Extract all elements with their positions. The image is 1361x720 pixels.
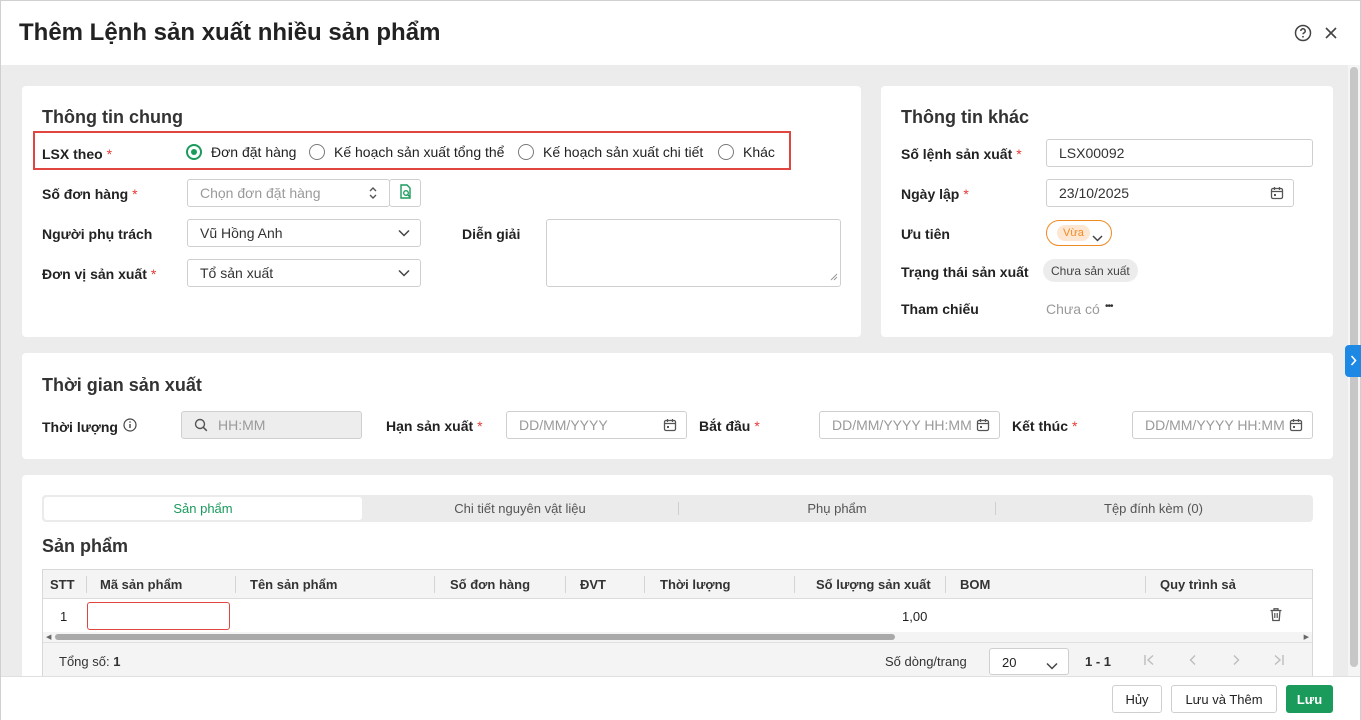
help-icon[interactable] (1293, 23, 1313, 43)
col-unit: ĐVT (580, 577, 606, 592)
col-bom: BOM (960, 577, 991, 592)
desc-label: Diễn giải (462, 226, 521, 242)
other-info-title: Thông tin khác (901, 107, 1029, 127)
tab-attachments[interactable]: Tệp đính kèm (0) (996, 497, 1311, 520)
chevron-down-icon (1092, 229, 1103, 245)
col-process: Quy trình sả (1160, 577, 1236, 592)
info-icon[interactable] (123, 418, 137, 435)
tab-byproducts[interactable]: Phụ phẩm (679, 497, 995, 520)
order-label: Số đơn hàng * (42, 186, 138, 202)
date-label: Ngày lập * (901, 186, 969, 202)
ref-label: Tham chiếu (901, 301, 979, 317)
radio-sales-order[interactable]: Đơn đặt hàng (186, 144, 296, 160)
ref-value: Chưa có (1046, 301, 1100, 317)
general-info-title: Thông tin chung (42, 107, 183, 127)
col-duration: Thời lượng (660, 577, 731, 592)
unit-label: Đơn vị sản xuất * (42, 266, 157, 282)
chevron-down-icon (396, 225, 412, 241)
end-input[interactable]: DD/MM/YYYY HH:MM (1132, 411, 1313, 439)
col-product-name: Tên sản phẩm (250, 577, 338, 592)
col-product-code: Mã sản phẩm (100, 577, 183, 592)
grid-header: STT Mã sản phẩm Tên sản phẩm Số đơn hàng… (43, 570, 1312, 599)
last-page-icon[interactable] (1273, 653, 1285, 669)
page-range: 1 - 1 (1085, 654, 1112, 669)
status-badge: Chưa sản xuất (1043, 259, 1138, 282)
status-label: Trạng thái sản xuất (901, 264, 1029, 280)
order-no-input[interactable]: LSX00092 (1046, 139, 1313, 167)
chevron-down-icon (396, 265, 412, 281)
dialog: Thêm Lệnh sản xuất nhiều sản phẩm Thông … (0, 0, 1361, 720)
close-icon[interactable] (1321, 23, 1341, 43)
total-label: Tổng số: 1 (59, 654, 121, 669)
order-no-label: Số lệnh sản xuất * (901, 146, 1022, 162)
row-stt: 1 (60, 609, 68, 624)
time-title: Thời gian sản xuất (42, 375, 202, 395)
grid-pager: Tổng số: 1 Số dòng/trang 20 1 - 1 (43, 642, 1312, 676)
first-page-icon[interactable] (1143, 653, 1155, 669)
save-and-add-button[interactable]: Lưu và Thêm (1171, 685, 1277, 713)
horizontal-scrollbar[interactable]: ◀ ▶ (43, 632, 1312, 642)
duration-input: HH:MM (181, 411, 362, 439)
calendar-icon[interactable] (1288, 417, 1304, 433)
dialog-header: Thêm Lệnh sản xuất nhiều sản phẩm (1, 1, 1360, 65)
trash-icon[interactable] (1269, 607, 1283, 625)
owner-label: Người phụ trách (42, 226, 153, 242)
priority-label: Ưu tiên (901, 226, 950, 242)
chevron-right-icon (1350, 353, 1357, 369)
side-panel-toggle[interactable] (1345, 345, 1361, 377)
page-size-label: Số dòng/trang (885, 654, 967, 669)
products-grid: STT Mã sản phẩm Tên sản phẩm Số đơn hàng… (42, 569, 1313, 676)
updown-icon (365, 185, 381, 201)
prev-page-icon[interactable] (1187, 653, 1199, 669)
order-select[interactable]: Chọn đơn đặt hàng (187, 179, 390, 207)
end-label: Kết thúc * (1012, 418, 1078, 434)
deadline-label: Hạn sản xuất * (386, 418, 483, 434)
save-button[interactable]: Lưu (1286, 685, 1333, 713)
date-input[interactable]: 23/10/2025 (1046, 179, 1294, 207)
chevron-down-icon (1046, 658, 1058, 673)
product-code-input[interactable] (87, 602, 230, 630)
radio-other[interactable]: Khác (718, 144, 775, 160)
table-row[interactable]: 1 1,00 (43, 600, 1312, 632)
document-search-icon (398, 183, 413, 203)
priority-select[interactable]: Vừa (1046, 220, 1112, 246)
next-page-icon[interactable] (1230, 653, 1242, 669)
desc-textarea[interactable] (546, 219, 841, 287)
owner-select[interactable]: Vũ Hồng Anh (187, 219, 421, 247)
calendar-icon[interactable] (1269, 185, 1285, 201)
calendar-icon[interactable] (975, 417, 991, 433)
col-quantity: Số lượng sản xuất (816, 577, 931, 592)
unit-select[interactable]: Tổ sản xuất (187, 259, 421, 287)
dialog-title: Thêm Lệnh sản xuất nhiều sản phẩm (19, 19, 441, 46)
cancel-button[interactable]: Hủy (1112, 685, 1162, 713)
order-search-button[interactable] (389, 179, 421, 207)
tab-products[interactable]: Sản phẩm (44, 497, 362, 520)
search-icon (194, 418, 208, 435)
radio-detail-plan[interactable]: Kế hoạch sản xuất chi tiết (518, 144, 703, 160)
start-label: Bắt đầu * (699, 418, 760, 434)
col-order-no: Số đơn hàng (450, 577, 531, 592)
start-input[interactable]: DD/MM/YYYY HH:MM (819, 411, 1000, 439)
radio-master-plan[interactable]: Kế hoạch sản xuất tổng thể (309, 144, 504, 160)
time-card (22, 353, 1333, 459)
page-size-select[interactable]: 20 (989, 648, 1069, 675)
row-quantity: 1,00 (902, 609, 928, 624)
priority-badge: Vừa (1057, 225, 1090, 241)
resize-grip-icon (830, 268, 838, 284)
tab-bar: Sản phẩm Chi tiết nguyên vật liệu Phụ ph… (42, 495, 1313, 522)
more-icon[interactable]: ••• (1105, 301, 1113, 312)
duration-label: Thời lượng (42, 418, 137, 435)
col-stt: STT (50, 577, 75, 592)
products-title: Sản phẩm (42, 536, 129, 556)
lsx-label: LSX theo * (42, 146, 113, 162)
tab-materials[interactable]: Chi tiết nguyên vật liệu (362, 497, 678, 520)
deadline-input[interactable]: DD/MM/YYYY (506, 411, 687, 439)
calendar-icon[interactable] (662, 417, 678, 433)
